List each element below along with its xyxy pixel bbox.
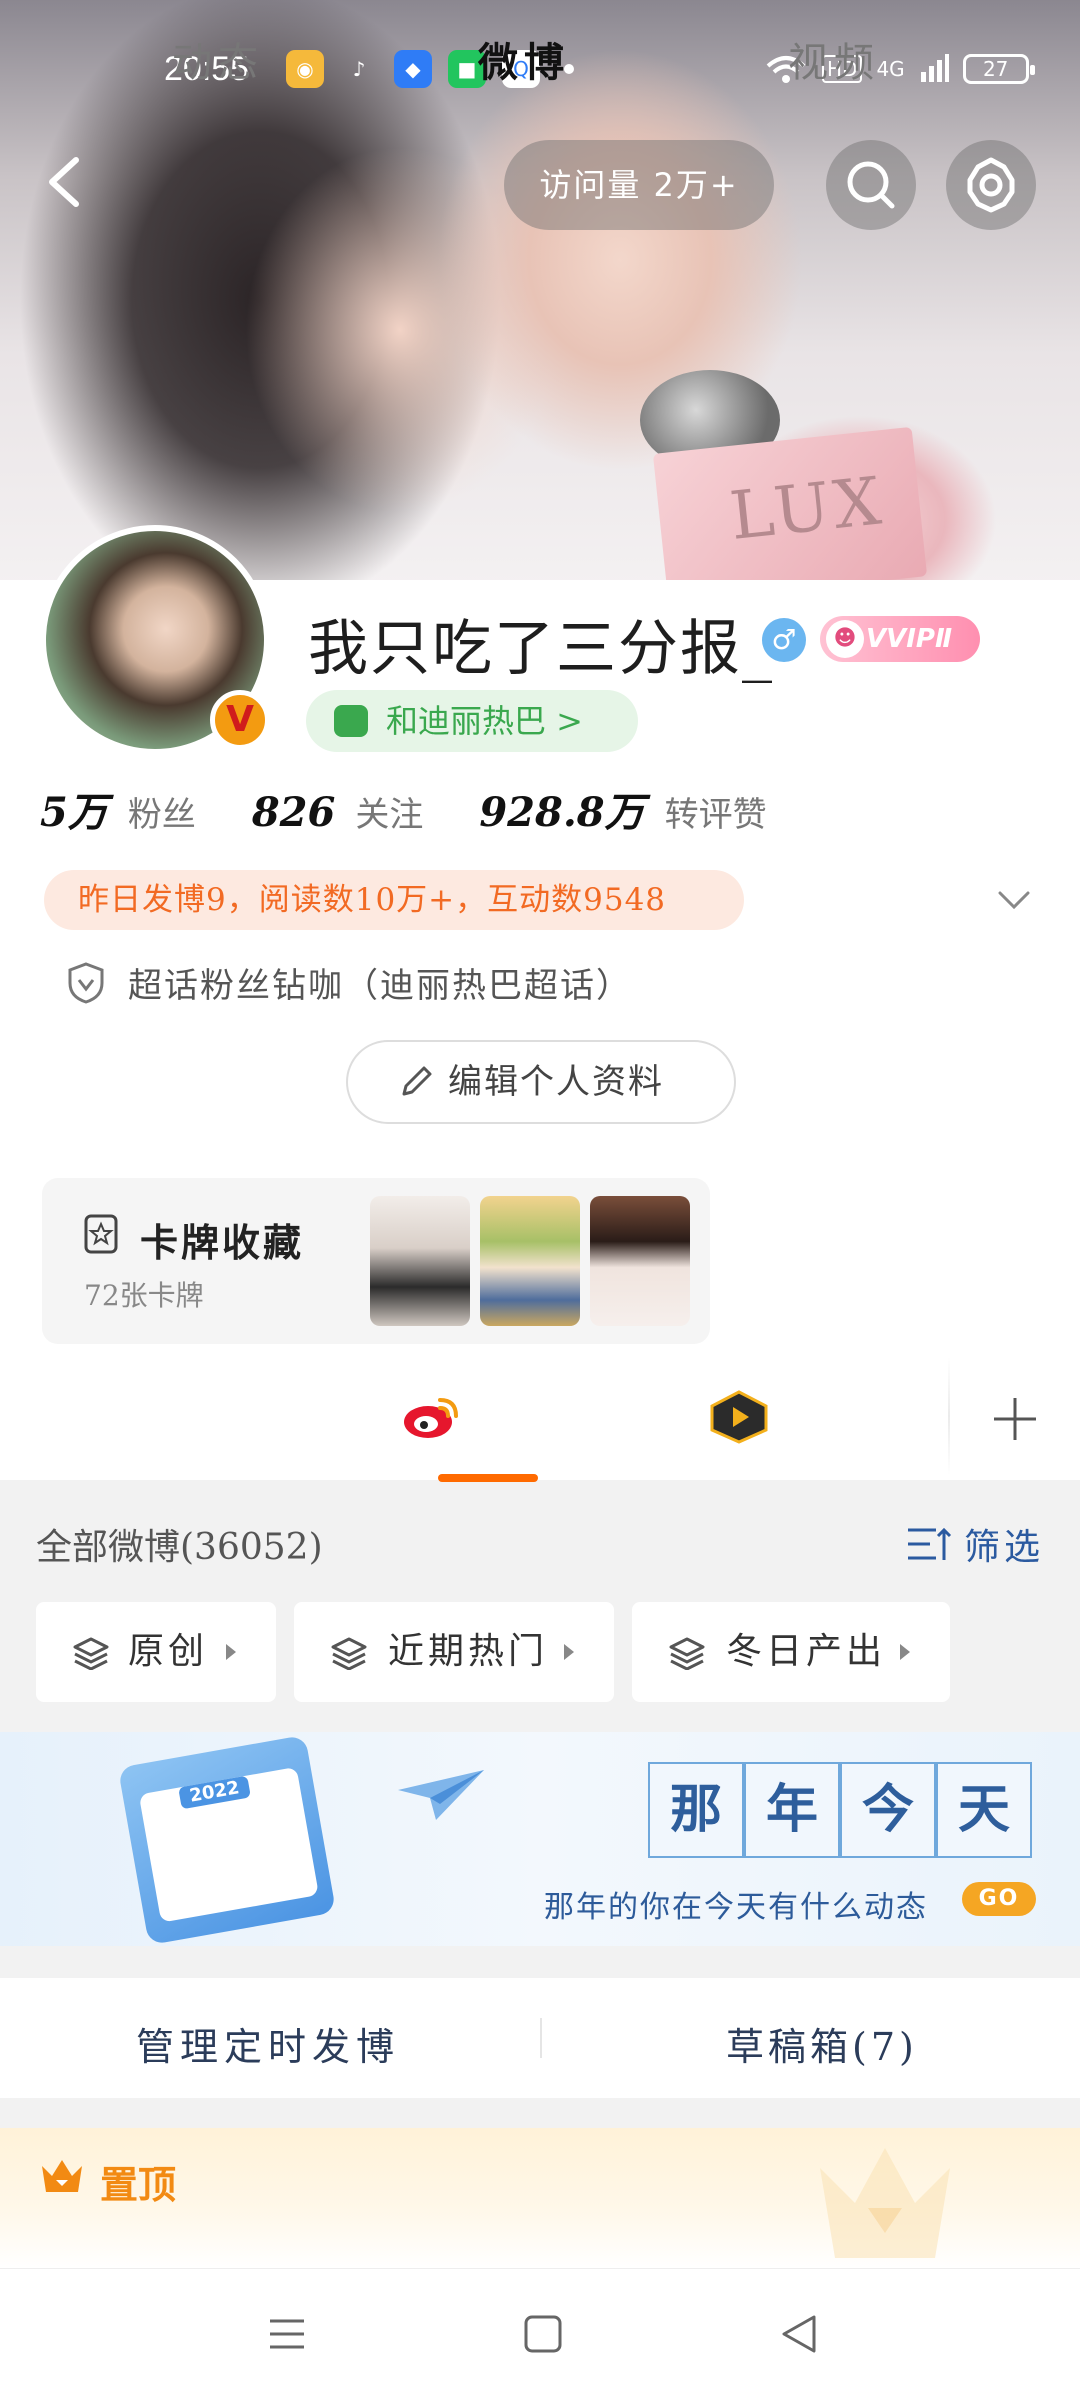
signal-indicator: 4G (876, 57, 905, 81)
edit-profile-button[interactable]: 编辑个人资料 (346, 1040, 736, 1124)
crown-watermark-icon (820, 2148, 950, 2258)
chip-original[interactable]: 原创 (36, 1602, 276, 1702)
video-icon (710, 1390, 768, 1444)
layers-icon (669, 1637, 705, 1670)
crown-icon (42, 2160, 82, 2192)
search-icon (847, 161, 895, 209)
title-char: 今 (840, 1762, 936, 1858)
filter-icon (908, 1527, 952, 1560)
scheduled-posts-button[interactable]: 管理定时发博 (136, 2016, 400, 2071)
plus-icon[interactable] (990, 1394, 1040, 1444)
chip-recent-hot[interactable]: 近期热门 (294, 1602, 614, 1702)
cards-count: 72张卡牌 (84, 1279, 204, 1312)
superfan-label: 超话粉丝钻咖（迪丽热巴超话） (128, 966, 632, 1006)
chip-label: 冬日产出 (726, 1631, 887, 1672)
search-button[interactable] (826, 140, 916, 230)
tab-video[interactable]: 视频 (788, 30, 880, 88)
chevron-down-icon[interactable] (994, 880, 1034, 920)
tabs-divider (948, 1356, 950, 1476)
group-chip-label: 和迪丽热巴 > (386, 702, 583, 740)
gear-icon (967, 157, 1015, 213)
active-tab-indicator (438, 1474, 538, 1482)
filter-button[interactable]: 筛选 (906, 1518, 1044, 1570)
profile-stats: 5万 粉丝 826 关注 928.8万 转评赞 (40, 780, 823, 838)
superfan-row[interactable]: 超话粉丝钻咖（迪丽热巴超话） (66, 958, 632, 1007)
followers-label[interactable]: 粉丝 (128, 787, 196, 836)
card-collection[interactable]: 卡牌收藏 72张卡牌 (42, 1178, 710, 1344)
interactions-count[interactable]: 928.8万 (479, 780, 644, 838)
following-count[interactable]: 826 (252, 789, 336, 836)
pinned-label: 置顶 (100, 2163, 177, 2207)
chip-arrow-icon (226, 1644, 236, 1660)
profile-name: 我只吃了三分报_ (308, 614, 774, 684)
gender-icon: ♂ (762, 618, 806, 662)
card-thumbnail[interactable] (590, 1196, 690, 1326)
signal-bars-icon (920, 54, 949, 82)
card-icon (84, 1214, 118, 1254)
title-char: 天 (936, 1762, 1032, 1858)
pinned-section: 置顶 (0, 2128, 1080, 2268)
tab-dynamic[interactable]: 动态 (172, 30, 264, 88)
on-this-day-title: 那 年 今 天 (648, 1762, 1032, 1858)
profile-top-bar: 访问量 2万+ (0, 140, 1080, 230)
chip-arrow-icon (900, 1644, 910, 1660)
profile-tabs (0, 1360, 1080, 1480)
chip-label: 原创 (128, 1631, 209, 1672)
group-bowl-icon (334, 705, 368, 737)
calendar-year: 2022 (178, 1775, 252, 1810)
verified-badge: V (210, 690, 270, 750)
mic-cube-logo: LUX (726, 462, 889, 555)
chip-winter[interactable]: 冬日产出 (632, 1602, 950, 1702)
manage-divider (540, 2018, 542, 2058)
tiktok-app-icon: ♪ (352, 57, 366, 81)
system-nav-bar (0, 2268, 1080, 2400)
manage-row: 管理定时发博 草稿箱(7) (0, 1978, 1080, 2098)
fan-group-chip[interactable]: 和迪丽热巴 > (306, 690, 638, 752)
layers-icon (331, 1637, 367, 1670)
chip-label: 近期热门 (388, 1631, 549, 1672)
vip-badge[interactable]: ☻ VVIPⅡ (820, 616, 980, 662)
back-triangle-icon[interactable] (774, 2309, 824, 2359)
settings-button[interactable] (946, 140, 1036, 230)
activity-summary[interactable]: 昨日发博9，阅读数10万+，互动数9548 (44, 870, 744, 930)
all-posts-count: 全部微博(36052) (36, 1527, 323, 1568)
browser-app-icon: ◆ (394, 50, 432, 88)
vip-label: VVIPⅡ (866, 624, 953, 654)
calendar-page: 2022 (138, 1766, 319, 1923)
title-char: 那 (648, 1762, 744, 1858)
drafts-button[interactable]: 草稿箱(7) (726, 2016, 918, 2071)
visits-count-pill[interactable]: 访问量 2万+ (504, 140, 774, 230)
go-button[interactable]: GO (962, 1882, 1036, 1916)
followers-count[interactable]: 5万 (40, 780, 108, 838)
paper-plane-icon (398, 1770, 484, 1820)
cards-title: 卡牌收藏 (140, 1220, 305, 1265)
following-label[interactable]: 关注 (355, 787, 423, 836)
layers-icon (73, 1637, 109, 1670)
vip-mascot-icon: ☻ (826, 620, 864, 658)
weibo-logo-icon (404, 1398, 458, 1438)
on-this-day-banner[interactable]: 2022 那 年 今 天 那年的你在今天有什么动态 GO (0, 1732, 1080, 1946)
interactions-label[interactable]: 转评赞 (665, 787, 767, 836)
home-square-icon[interactable] (518, 2309, 568, 2359)
on-this-day-subtitle: 那年的你在今天有什么动态 (544, 1890, 928, 1925)
back-icon[interactable] (36, 152, 96, 212)
pencil-icon (402, 1066, 432, 1096)
card-thumbnail[interactable] (370, 1196, 470, 1326)
calendar-illustration: 2022 (117, 1734, 337, 1946)
shield-icon (68, 961, 104, 1004)
weibo-app-icon: ◉ (286, 50, 324, 88)
card-thumbnail[interactable] (480, 1196, 580, 1326)
battery-indicator: 27 (962, 54, 1035, 84)
tab-weibo[interactable]: 微博 (478, 30, 570, 88)
chip-arrow-icon (564, 1644, 574, 1660)
title-char: 年 (744, 1762, 840, 1858)
filter-label: 筛选 (964, 1527, 1045, 1568)
edit-profile-label: 编辑个人资料 (448, 1062, 664, 1102)
menu-icon[interactable] (262, 2309, 312, 2359)
